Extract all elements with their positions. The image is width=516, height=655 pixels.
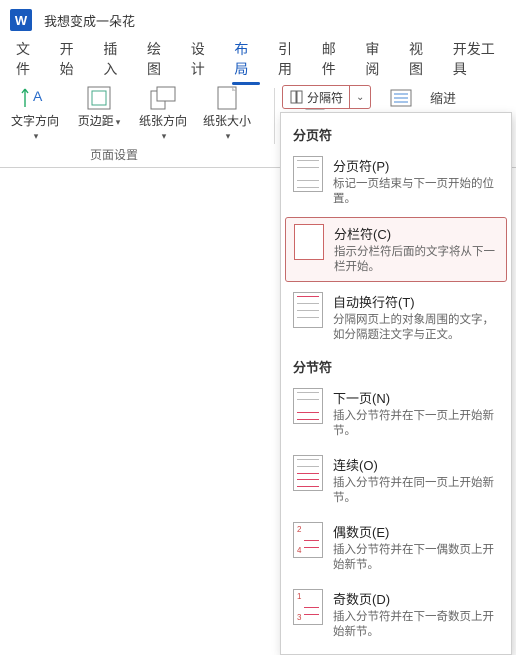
indent-label: 缩进 [430, 88, 456, 107]
chevron-down-icon: ▾ [162, 131, 167, 141]
breaks-menu: 分页符 分页符(P) 标记一页结束与下一页开始的位置。 分栏符(C) 指示分栏符… [280, 112, 512, 655]
menu-item-title: 分栏符(C) [334, 224, 498, 243]
text-direction-label: 文字方向 [11, 114, 59, 128]
page-setup-group-label: 页面设置 [90, 146, 138, 163]
even-page-icon: 2 4 [293, 522, 323, 558]
margins-button[interactable]: 页边距▾ [74, 84, 124, 144]
menu-item-desc: 插入分节符并在下一奇数页上开始新节。 [333, 610, 499, 640]
text-direction-button[interactable]: A 文字方向 ▾ [10, 84, 60, 144]
continuous-icon [293, 455, 323, 491]
chevron-down-icon[interactable]: ⌄ [349, 86, 370, 108]
menu-item-column-break[interactable]: 分栏符(C) 指示分栏符后面的文字将从下一栏开始。 [285, 217, 507, 282]
menu-item-even-page[interactable]: 2 4 偶数页(E) 插入分节符并在下一偶数页上开始新节。 [281, 514, 511, 581]
menu-item-title: 自动换行符(T) [333, 292, 499, 311]
menu-item-desc: 分隔网页上的对象周围的文字，如分隔题注文字与正文。 [333, 313, 499, 343]
orientation-label: 纸张方向 [139, 114, 187, 128]
size-button[interactable]: 纸张大小 ▾ [202, 84, 252, 144]
breaks-label: 分隔符 [307, 89, 343, 106]
menu-item-desc: 插入分节符并在同一页上开始新节。 [333, 476, 499, 506]
menu-item-desc: 插入分节符并在下一偶数页上开始新节。 [333, 543, 499, 573]
line-numbers-icon[interactable] [390, 89, 412, 107]
breaks-split-button[interactable]: 分隔符 ⌄ [282, 85, 371, 109]
next-page-icon [293, 388, 323, 424]
menu-item-next-page[interactable]: 下一页(N) 插入分节符并在下一页上开始新节。 [281, 380, 511, 447]
menu-item-title: 连续(O) [333, 455, 499, 474]
section-breaks-header: 分节符 [281, 351, 511, 380]
column-break-icon [294, 224, 324, 260]
menu-item-desc: 指示分栏符后面的文字将从下一栏开始。 [334, 245, 498, 275]
menu-item-desc: 插入分节符并在下一页上开始新节。 [333, 409, 499, 439]
page-break-icon [293, 156, 323, 192]
menu-item-desc: 标记一页结束与下一页开始的位置。 [333, 177, 499, 207]
word-app-icon: W [10, 9, 32, 31]
chevron-down-icon: ▾ [226, 131, 231, 141]
chevron-down-icon: ▾ [116, 117, 121, 127]
menu-item-title: 偶数页(E) [333, 522, 499, 541]
size-icon [212, 84, 242, 112]
margins-label: 页边距 [78, 114, 114, 128]
chevron-down-icon: ▾ [34, 131, 39, 141]
ribbon-tabs: 文件 开始 插入 绘图 设计 布局 引用 邮件 审阅 视图 开发工具 [0, 40, 516, 78]
margins-icon [84, 84, 114, 112]
orientation-button[interactable]: 纸张方向 ▾ [138, 84, 188, 144]
menu-item-continuous[interactable]: 连续(O) 插入分节符并在同一页上开始新节。 [281, 447, 511, 514]
menu-item-text-wrap[interactable]: 自动换行符(T) 分隔网页上的对象周围的文字，如分隔题注文字与正文。 [281, 284, 511, 351]
page-breaks-header: 分页符 [281, 119, 511, 148]
menu-item-title: 下一页(N) [333, 388, 499, 407]
breaks-icon [289, 90, 303, 104]
size-label: 纸张大小 [203, 114, 251, 128]
menu-item-page-break[interactable]: 分页符(P) 标记一页结束与下一页开始的位置。 [281, 148, 511, 215]
svg-text:A: A [33, 88, 43, 104]
text-direction-icon: A [20, 84, 50, 112]
orientation-icon [148, 84, 178, 112]
menu-item-title: 分页符(P) [333, 156, 499, 175]
menu-item-title: 奇数页(D) [333, 589, 499, 608]
menu-item-odd-page[interactable]: 1 3 奇数页(D) 插入分节符并在下一奇数页上开始新节。 [281, 581, 511, 648]
document-title: 我想变成一朵花 [44, 11, 135, 30]
text-wrap-icon [293, 292, 323, 328]
